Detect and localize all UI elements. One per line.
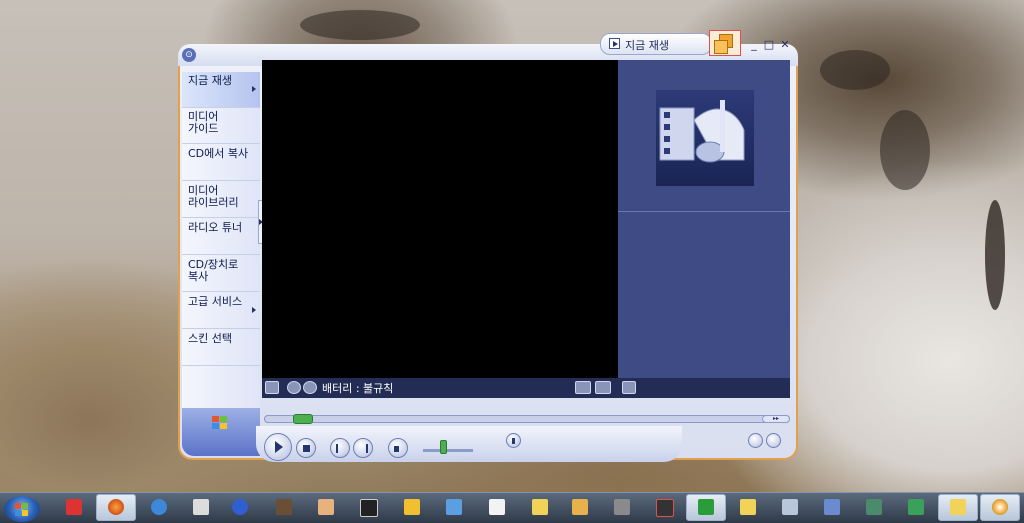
chevron-right-icon	[252, 86, 256, 92]
taskbar-app-icon[interactable]	[66, 499, 82, 515]
nav-item-label: 미디어 라이브러리	[188, 184, 239, 209]
media-player-icon[interactable]	[992, 499, 1008, 515]
taskbar-app-icon[interactable]	[656, 499, 674, 517]
maximize-button[interactable]: □	[763, 38, 775, 51]
nav-item-label: 지금 재생	[188, 74, 232, 87]
taskbar-app-icon[interactable]	[614, 499, 630, 515]
feature-taskbar: 지금 재생 미디어 가이드 CD에서 복사 미디어 라이브러리 라디오 튜너 C…	[182, 72, 260, 408]
taskbar-app-icon[interactable]	[489, 499, 505, 515]
equalizer-button[interactable]	[506, 433, 521, 448]
taskbar-app-icon[interactable]	[232, 499, 248, 515]
video-display[interactable]	[262, 60, 618, 378]
taskbar-app-icon[interactable]	[276, 499, 292, 515]
video-settings-icon[interactable]	[265, 381, 279, 394]
now-playing-icon	[609, 38, 620, 49]
video-status-bar: 배터리 : 불규칙	[262, 378, 790, 398]
mute-button[interactable]	[388, 438, 408, 458]
start-orb-icon[interactable]	[4, 496, 40, 522]
playlist-header-panel	[618, 60, 790, 210]
seek-thumb[interactable]	[293, 414, 313, 424]
seek-forward-button[interactable]: ▸▸	[762, 415, 790, 423]
nav-item-now-playing[interactable]: 지금 재생	[182, 72, 260, 108]
taskbar-app-icon[interactable]	[193, 499, 209, 515]
playlist-options-icon[interactable]	[622, 381, 636, 394]
taskbar-app-icon[interactable]	[908, 499, 924, 515]
menu-icon[interactable]: ⊙	[182, 48, 196, 62]
taskbar-app-icon[interactable]	[404, 499, 420, 515]
visualization-previous-icon[interactable]	[287, 381, 301, 394]
playlist-toggle-button[interactable]	[766, 433, 781, 448]
recycle-bin-icon[interactable]	[782, 499, 798, 515]
visualization-name: 배터리 : 불규칙	[322, 382, 394, 395]
visualization-next-icon[interactable]	[303, 381, 317, 394]
next-icon	[366, 444, 368, 453]
taskbar-app-icon[interactable]	[572, 499, 588, 515]
next-button[interactable]	[353, 438, 373, 458]
shuffle-button[interactable]	[748, 433, 763, 448]
full-screen-icon[interactable]	[595, 381, 611, 394]
now-playing-tab[interactable]: 지금 재생	[600, 33, 712, 55]
minimize-button[interactable]: _	[748, 38, 760, 51]
album-art-icon	[656, 90, 754, 186]
folder-icon[interactable]	[532, 499, 548, 515]
taskbar-app-icon[interactable]	[698, 499, 714, 515]
firefox-icon[interactable]	[108, 499, 124, 515]
volume-slider[interactable]	[423, 449, 473, 452]
now-playing-tab-label: 지금 재생	[625, 39, 669, 52]
media-player-window: ⊙ 지금 재생 _ □ ✕ 지금 재생 미디어 가이드 CD에서 복사 미디어 …	[178, 30, 798, 462]
transport-controls	[256, 426, 682, 462]
mute-icon	[394, 446, 399, 452]
volume-thumb[interactable]	[440, 440, 447, 454]
folder-icon[interactable]	[740, 499, 756, 515]
nav-item-cd-copy[interactable]: CD에서 복사	[182, 145, 260, 181]
taskbar-app-icon[interactable]	[950, 499, 966, 515]
fit-video-icon[interactable]	[575, 381, 591, 394]
taskbar-app-icon[interactable]	[360, 499, 378, 517]
nav-item-media-library[interactable]: 미디어 라이브러리	[182, 182, 260, 218]
nav-item-label: 고급 서비스	[188, 295, 243, 308]
nav-item-premium-services[interactable]: 고급 서비스	[182, 293, 260, 329]
previous-icon	[336, 444, 338, 453]
nav-item-copy-to-device[interactable]: CD/장치로 복사	[182, 256, 260, 292]
nav-item-radio-tuner[interactable]: 라디오 튜너	[182, 219, 260, 255]
compact-mode-button[interactable]	[709, 30, 741, 56]
play-button[interactable]	[264, 433, 292, 461]
nav-item-media-guide[interactable]: 미디어 가이드	[182, 108, 260, 144]
windows-logo-icon	[212, 416, 228, 430]
now-playing-area: 배터리 : 불규칙	[262, 60, 790, 398]
nav-footer	[182, 408, 260, 456]
nav-item-label: 미디어 가이드	[188, 110, 219, 135]
seek-bar[interactable]	[264, 414, 790, 424]
compact-mode-icon-back	[714, 40, 728, 54]
playlist-panel[interactable]	[618, 211, 790, 379]
nav-item-label: 라디오 튜너	[188, 221, 243, 234]
nav-item-label: CD에서 복사	[188, 147, 249, 160]
chevron-right-icon	[252, 307, 256, 313]
internet-explorer-icon[interactable]	[151, 499, 167, 515]
nav-item-label: CD/장치로 복사	[188, 258, 239, 283]
taskbar-app-icon[interactable]	[866, 499, 882, 515]
close-button[interactable]: ✕	[779, 38, 791, 51]
stop-button[interactable]	[296, 438, 316, 458]
taskbar-app-icon[interactable]	[446, 499, 462, 515]
taskbar-app-icon[interactable]	[824, 499, 840, 515]
taskbar-app-icon[interactable]	[318, 499, 334, 515]
equalizer-icon	[512, 438, 515, 444]
previous-button[interactable]	[330, 438, 350, 458]
nav-item-skin-chooser[interactable]: 스킨 선택	[182, 330, 260, 366]
stop-icon	[303, 445, 310, 452]
nav-item-label: 스킨 선택	[188, 332, 232, 345]
play-icon	[275, 441, 283, 453]
